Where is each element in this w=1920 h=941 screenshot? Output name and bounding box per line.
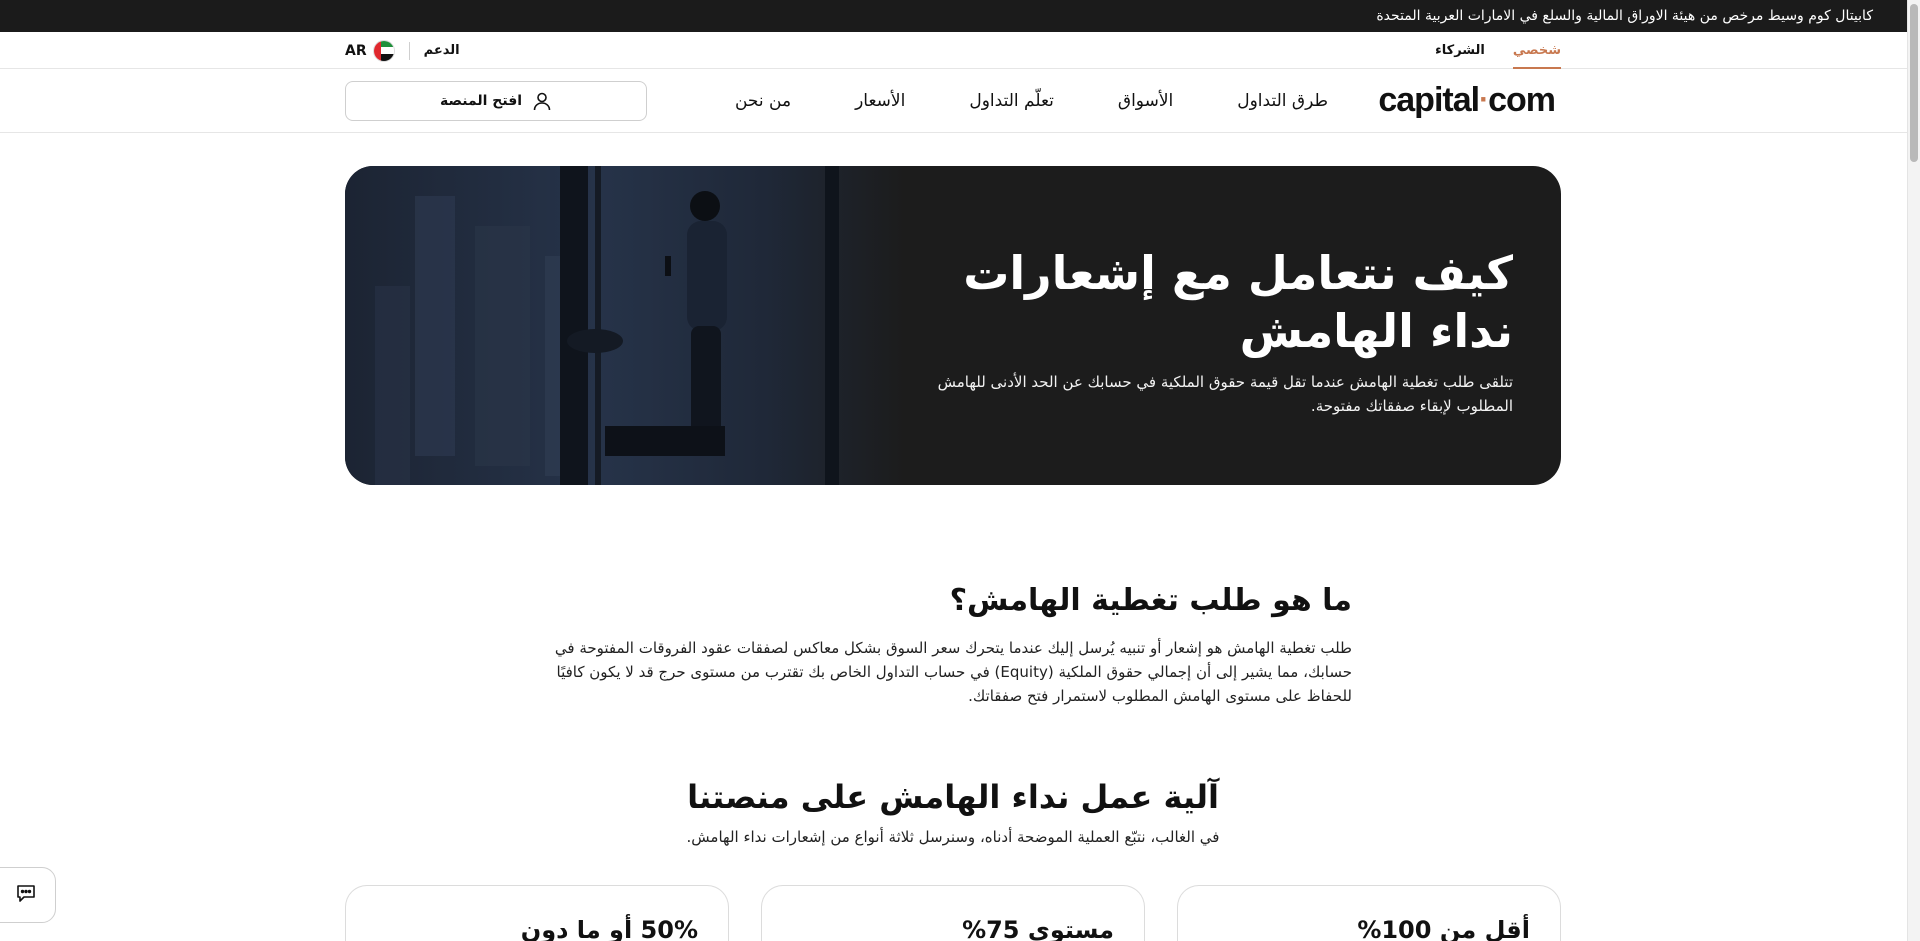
section-heading: آلية عمل نداء الهامش على منصتنا (687, 778, 1219, 816)
chat-button[interactable] (0, 867, 56, 923)
nav-links: طرق التداول الأسواق تعلّم التداول الأسعا… (735, 69, 1328, 133)
regulatory-banner: كابيتال كوم وسيط مرخص من هيئة الاوراق ال… (0, 0, 1907, 32)
audience-tabs: شخصي الشركاء (1435, 32, 1562, 69)
nav-link-learn-trading[interactable]: تعلّم التداول (969, 91, 1054, 111)
logo-text-com: com (1488, 81, 1556, 119)
chat-icon (14, 881, 38, 909)
support-link[interactable]: الدعم (424, 43, 460, 58)
page-scrollbar[interactable] (1907, 0, 1920, 941)
hero-image (345, 166, 905, 485)
margin-level-cards: أقل من 100% مستوى 75% 50% أو ما دون (345, 885, 1561, 941)
margin-card: أقل من 100% (1177, 885, 1561, 941)
section-subheading: في الغالب، نتبّع العملية الموضحة أدناه، … (686, 828, 1220, 846)
uae-flag-icon (372, 39, 395, 62)
logo-text-capital: capital (1378, 81, 1480, 119)
margin-card: 50% أو ما دون (345, 885, 729, 941)
nav-link-prices[interactable]: الأسعار (855, 91, 905, 111)
user-icon (532, 91, 552, 111)
how-margin-call-works-section: آلية عمل نداء الهامش على منصتنا في الغال… (345, 778, 1561, 846)
card-title: أقل من 100% (1357, 916, 1530, 941)
card-title: 50% أو ما دون (520, 916, 698, 941)
capital-com-logo[interactable]: capital·com (1378, 81, 1556, 120)
what-is-margin-call-section: ما هو طلب تغطية الهامش؟ طلب تغطية الهامش… (550, 583, 1352, 708)
language-switcher[interactable]: AR (345, 39, 395, 62)
hero-title: كيف نتعامل مع إشعارات نداء الهامش (963, 246, 1513, 358)
hero-banner: كيف نتعامل مع إشعارات نداء الهامش تتلقى … (345, 166, 1561, 485)
regulatory-banner-text: كابيتال كوم وسيط مرخص من هيئة الاوراق ال… (1376, 8, 1873, 24)
scrollbar-thumb[interactable] (1910, 4, 1918, 162)
section-body: طلب تغطية الهامش هو إشعار أو تنبيه يُرسل… (554, 639, 1352, 705)
card-title: مستوى 75% (962, 916, 1114, 941)
language-code: AR (345, 42, 367, 59)
section-heading: ما هو طلب تغطية الهامش؟ (949, 583, 1352, 618)
tab-partners[interactable]: الشركاء (1435, 32, 1485, 69)
nav-link-about-us[interactable]: من نحن (735, 91, 791, 111)
open-platform-button[interactable]: افتح المنصة (345, 81, 647, 121)
utility-bar: شخصي الشركاء AR الدعم (0, 32, 1907, 69)
hero-subtitle: تتلقى طلب تغطية الهامش عندما تقل قيمة حق… (937, 373, 1513, 415)
margin-card: مستوى 75% (761, 885, 1145, 941)
main-navigation: capital·com طرق التداول الأسواق تعلّم ال… (0, 69, 1907, 133)
divider (408, 41, 410, 60)
tab-personal[interactable]: شخصي (1512, 32, 1562, 69)
nav-link-markets[interactable]: الأسواق (1118, 91, 1173, 111)
nav-link-trading-ways[interactable]: طرق التداول (1237, 91, 1328, 111)
logo-dot: · (1479, 83, 1489, 116)
open-platform-label: افتح المنصة (439, 93, 523, 109)
